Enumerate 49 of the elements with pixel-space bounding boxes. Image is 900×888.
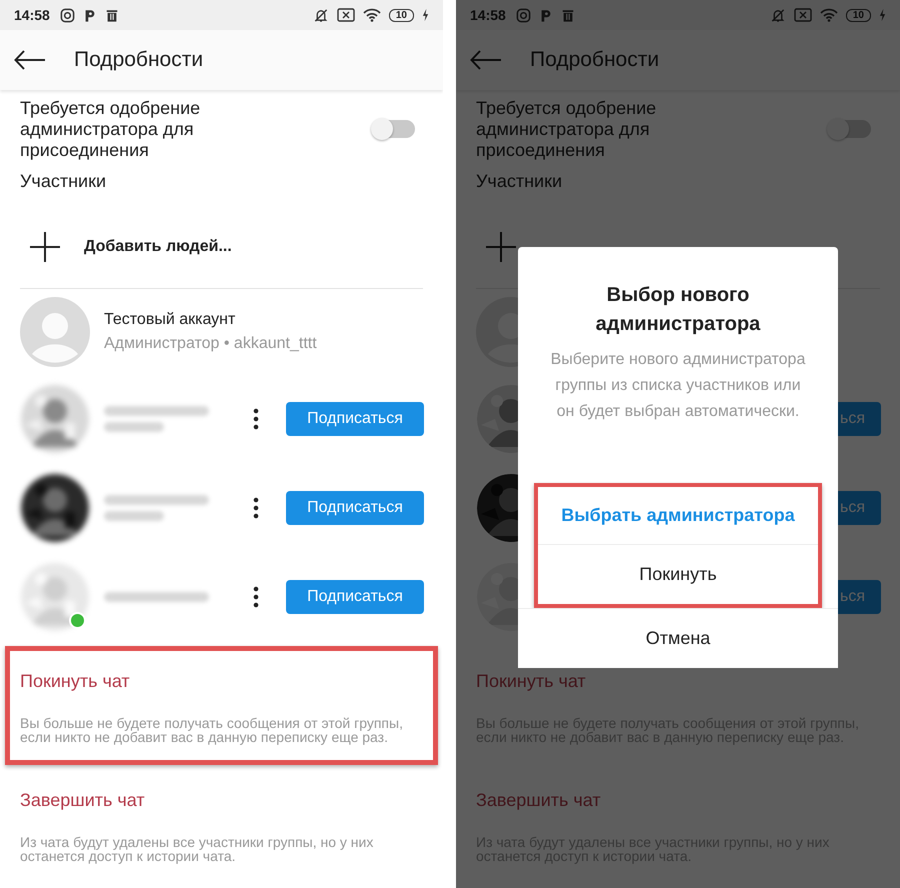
danger-action-link[interactable]: Покинуть чат <box>20 671 423 692</box>
section-heading: Участники <box>476 171 563 192</box>
charging-icon <box>422 8 429 22</box>
screen-title: Подробности <box>74 48 204 72</box>
plus-icon[interactable] <box>30 232 60 262</box>
battery-level: 10 <box>846 8 871 22</box>
back-arrow-icon[interactable] <box>14 50 46 70</box>
member-subtitle: Администратор • akkaunt_tttt <box>104 334 318 352</box>
muted-bell-icon <box>770 8 786 22</box>
trash-icon <box>560 8 575 22</box>
approval-label: Требуется одобрение администратора для присоединения <box>20 98 202 160</box>
member-name: Тестовый аккаунт <box>104 310 236 328</box>
avatar-icon <box>20 296 90 366</box>
muted-bell-icon <box>312 8 329 22</box>
danger-action-link[interactable]: Покинуть чат <box>476 671 880 692</box>
p-logo-icon <box>82 8 97 22</box>
status-time: 14:58 <box>14 7 50 23</box>
wifi-icon <box>820 8 838 22</box>
camera-icon <box>516 8 531 22</box>
follow-button[interactable]: Подписаться <box>286 580 424 614</box>
wifi-icon <box>362 8 381 22</box>
approval-label: Требуется одобрение администратора для присоединения <box>476 98 658 160</box>
charging-icon <box>879 8 886 22</box>
danger-action-link[interactable]: Завершить чат <box>20 790 423 811</box>
follow-button[interactable]: Подписаться <box>286 490 424 524</box>
trash-icon <box>104 8 119 22</box>
more-options-icon[interactable] <box>253 496 259 518</box>
dialog-title: Выбор нового администратора <box>594 283 762 337</box>
status-time: 14:58 <box>470 7 506 23</box>
action-description: Вы больше не будете получать сообщения от этой группы, если никто не добавит вас в данную переписку еще раз. <box>20 716 404 744</box>
more-options-icon[interactable] <box>253 586 259 608</box>
dialog-option[interactable]: Выбрать администратора <box>538 487 818 544</box>
section-heading: Участники <box>20 171 107 192</box>
camera-icon <box>60 8 75 22</box>
battery-level: 10 <box>388 8 414 22</box>
action-description: Из чата будут удалены все участники группы, но у них останется доступ к истории чата. <box>20 835 374 863</box>
follow-button[interactable]: Подписаться <box>286 402 424 436</box>
add-people-link[interactable]: Добавить людей... <box>84 238 232 256</box>
dialog-option[interactable]: Отмена <box>518 608 838 668</box>
p-logo-icon <box>538 8 553 22</box>
sim-off-icon <box>794 8 812 22</box>
dialog-message: Выберите нового администратора группы из списка участников или он будет выбран автоматически. <box>550 350 806 422</box>
more-options-icon[interactable] <box>253 408 259 430</box>
sim-off-icon <box>336 8 355 22</box>
danger-action-link[interactable]: Завершить чат <box>476 790 880 811</box>
toggle-switch[interactable] <box>829 120 871 138</box>
dialog-option[interactable]: Покинуть <box>538 544 818 604</box>
screen-title: Подробности <box>530 48 660 72</box>
toggle-switch[interactable] <box>373 120 415 138</box>
